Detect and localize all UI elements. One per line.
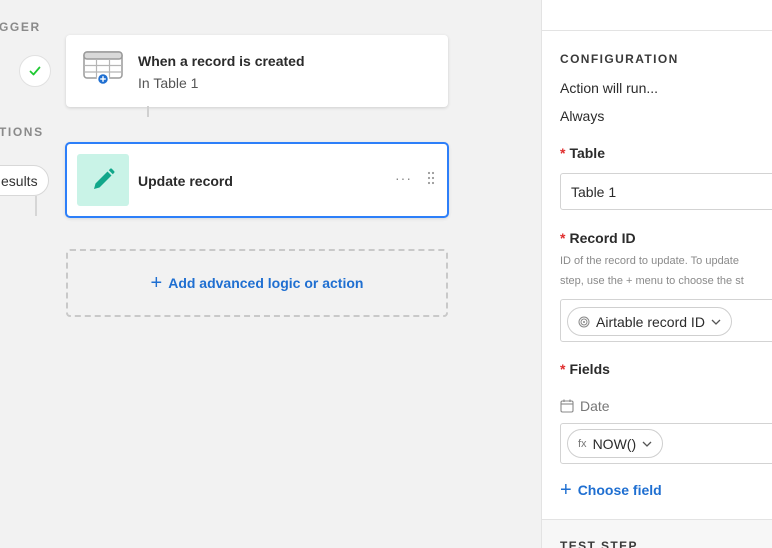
record-id-label-text: Record ID	[569, 230, 636, 246]
fields-label: * Fields	[560, 361, 610, 377]
table-select-value: Table 1	[571, 184, 617, 200]
action-card-update-record[interactable]: Update record ···	[65, 142, 449, 218]
date-field-label: Date	[560, 398, 610, 414]
required-mark: *	[560, 361, 566, 377]
connector-line	[147, 106, 149, 117]
calendar-icon	[560, 399, 574, 413]
required-mark: *	[560, 145, 566, 161]
table-label-text: Table	[569, 145, 605, 161]
action-title: Update record	[138, 173, 233, 189]
record-id-help-line-1: ID of the record to update. To update	[560, 255, 739, 267]
actions-section-label: TIONS	[0, 125, 44, 139]
results-button[interactable]: esults	[0, 165, 49, 196]
date-value-input[interactable]: fx NOW()	[560, 423, 772, 464]
workflow-canvas: GGER TIONS esults When a record is creat…	[0, 0, 541, 548]
check-icon	[29, 66, 41, 76]
formula-chip[interactable]: fx NOW()	[567, 429, 664, 458]
test-step-heading: TEST STEP	[560, 539, 638, 548]
action-runs-value[interactable]: Always	[560, 108, 604, 124]
connector-line	[35, 196, 37, 216]
record-id-field-label: * Record ID	[560, 230, 636, 246]
plus-icon: +	[150, 272, 163, 294]
action-icon-box	[77, 154, 129, 206]
date-field-text: Date	[580, 398, 610, 414]
panel-header	[542, 0, 772, 31]
more-options-icon[interactable]: ···	[395, 170, 412, 186]
action-runs-label: Action will run...	[560, 80, 659, 96]
record-id-input[interactable]: Airtable record ID	[560, 299, 772, 342]
results-label: esults	[1, 172, 38, 189]
add-action-label: Add advanced logic or action	[168, 275, 364, 291]
fingerprint-icon	[578, 316, 590, 327]
configuration-heading: CONFIGURATION	[560, 52, 679, 66]
record-id-help-line-2: step, use the + menu to choose the st	[560, 275, 744, 287]
trigger-section-label: GGER	[0, 20, 41, 34]
trigger-card[interactable]: When a record is created In Table 1	[66, 35, 448, 107]
record-id-token-label: Airtable record ID	[596, 313, 705, 330]
required-mark: *	[560, 230, 566, 246]
configuration-section: CONFIGURATION Action will run... Always …	[542, 31, 772, 520]
plus-icon: +	[560, 479, 572, 501]
formula-chip-label: NOW()	[592, 435, 637, 452]
drag-handle-icon[interactable]	[427, 171, 435, 185]
table-icon	[83, 51, 123, 85]
chevron-down-icon	[711, 319, 721, 325]
chevron-down-icon	[642, 441, 652, 447]
trigger-status-check	[19, 55, 51, 87]
fields-label-text: Fields	[569, 361, 610, 377]
table-field-label: * Table	[560, 145, 605, 161]
choose-field-label: Choose field	[577, 482, 662, 498]
formula-icon: fx	[578, 437, 587, 450]
table-select[interactable]: Table 1	[560, 173, 772, 210]
pencil-icon	[94, 168, 115, 189]
trigger-subtitle: In Table 1	[138, 75, 199, 91]
record-id-token-chip[interactable]: Airtable record ID	[567, 307, 732, 336]
trigger-title: When a record is created	[138, 53, 305, 69]
add-action-button[interactable]: + Add advanced logic or action	[66, 249, 448, 317]
choose-field-button[interactable]: + Choose field	[560, 480, 662, 500]
configuration-panel: CONFIGURATION Action will run... Always …	[541, 0, 772, 548]
